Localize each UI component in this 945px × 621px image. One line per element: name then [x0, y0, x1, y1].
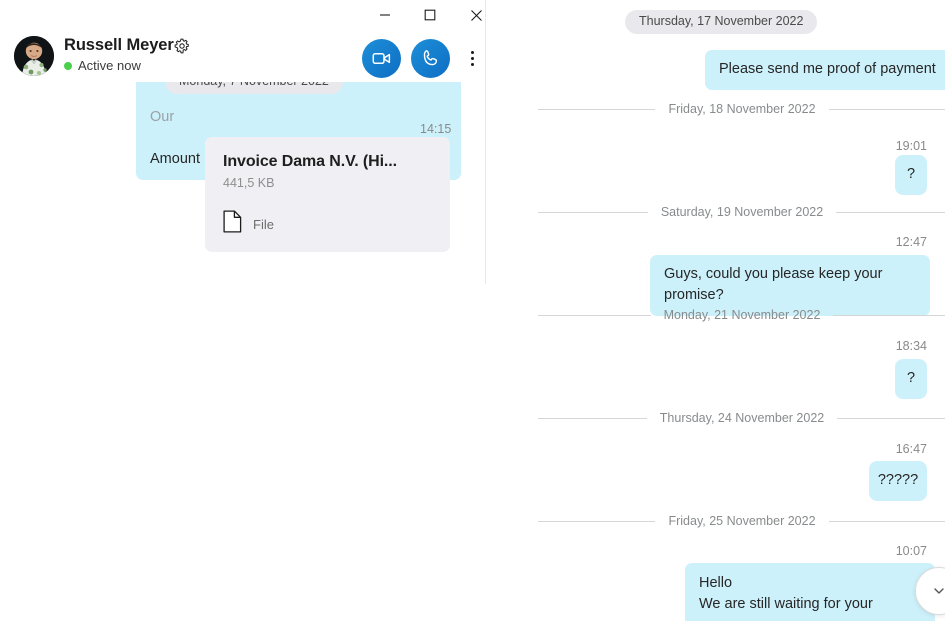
kebab-dot [470, 62, 474, 66]
message-line-1: Our [150, 109, 175, 125]
document-icon [223, 210, 242, 238]
date-separator: Thursday, 24 November 2022 [538, 410, 945, 426]
kebab-dot [470, 50, 474, 54]
message-timestamp: 19:01 [895, 139, 927, 153]
message-timestamp: 10:07 [895, 544, 927, 558]
video-camera-icon [371, 48, 392, 69]
message-bubble[interactable]: ? [895, 155, 927, 195]
video-call-button[interactable] [362, 39, 401, 78]
file-type-row: File [223, 210, 432, 238]
foreground-message-thread[interactable]: Our Amount Due: €211.54 Monday, 7 Novemb… [0, 82, 485, 284]
audio-call-button[interactable] [411, 39, 450, 78]
separator-rule-right [828, 520, 945, 522]
minimize-icon [379, 9, 391, 21]
presence-label: Active now [78, 58, 141, 73]
chevron-down-icon [931, 583, 945, 599]
separator-rule-right [833, 314, 945, 316]
window-titlebar [0, 0, 485, 30]
separator-rule-left [538, 108, 656, 110]
file-kind-label: File [253, 216, 274, 232]
file-size: 441,5 KB [223, 176, 275, 190]
separator-rule-left [538, 211, 648, 213]
date-separator-label: Friday, 18 November 2022 [668, 102, 816, 116]
app-root: Thursday, 17 November 2022 Please send m… [0, 0, 945, 621]
message-timestamp: 12:47 [895, 235, 927, 249]
date-pill-separator: Thursday, 17 November 2022 [625, 10, 818, 34]
message-timestamp: 14:15 [420, 122, 452, 136]
presence-status: Active now [64, 58, 141, 73]
message-timestamp: 18:34 [895, 339, 927, 353]
minimize-button[interactable] [362, 0, 408, 30]
date-separator-label: Friday, 25 November 2022 [668, 514, 816, 528]
separator-rule-right [828, 108, 945, 110]
gear-icon[interactable] [174, 38, 190, 54]
contact-name: Russell Meyer [64, 36, 174, 54]
maximize-icon [424, 9, 436, 21]
phone-icon [420, 48, 441, 69]
more-options-button[interactable] [462, 48, 482, 68]
date-separator-label: Thursday, 24 November 2022 [659, 411, 825, 425]
chat-header: Russell Meyer Active now [0, 28, 485, 83]
file-attachment-card[interactable]: Invoice Dama N.V. (Hi... 441,5 KB File [205, 137, 450, 252]
maximize-button[interactable] [407, 0, 453, 30]
message-bubble[interactable]: Please send me proof of payment [705, 50, 945, 90]
date-separator: Friday, 25 November 2022 [538, 513, 945, 529]
separator-rule-left [538, 520, 656, 522]
kebab-dot [470, 56, 474, 60]
message-bubble[interactable]: Hello We are still waiting for your resp… [685, 563, 935, 621]
date-separator: Saturday, 19 November 2022 [538, 204, 945, 220]
message-timestamp: 16:47 [895, 442, 927, 456]
avatar[interactable] [14, 36, 54, 76]
date-separator: Monday, 21 November 2022 [538, 307, 945, 323]
close-icon [470, 9, 483, 22]
date-separator: Friday, 18 November 2022 [538, 101, 945, 117]
separator-rule-right [836, 211, 945, 213]
close-button[interactable] [453, 0, 485, 30]
date-separator-label: Monday, 21 November 2022 [663, 308, 821, 322]
background-message-thread[interactable]: Thursday, 17 November 2022 Please send m… [520, 0, 945, 621]
message-bubble[interactable]: ? [895, 359, 927, 399]
presence-dot-icon [64, 61, 72, 70]
separator-rule-right [837, 417, 945, 419]
message-bubble[interactable]: ????? [869, 461, 927, 501]
separator-rule-left [538, 314, 651, 316]
date-pill-separator: Monday, 7 November 2022 [165, 82, 343, 94]
foreground-chat-window: Russell Meyer Active now Our Amount 14:1… [0, 0, 486, 284]
separator-rule-left [538, 417, 647, 419]
file-title: Invoice Dama N.V. (Hi... [223, 153, 397, 170]
date-separator-label: Saturday, 19 November 2022 [660, 205, 824, 219]
